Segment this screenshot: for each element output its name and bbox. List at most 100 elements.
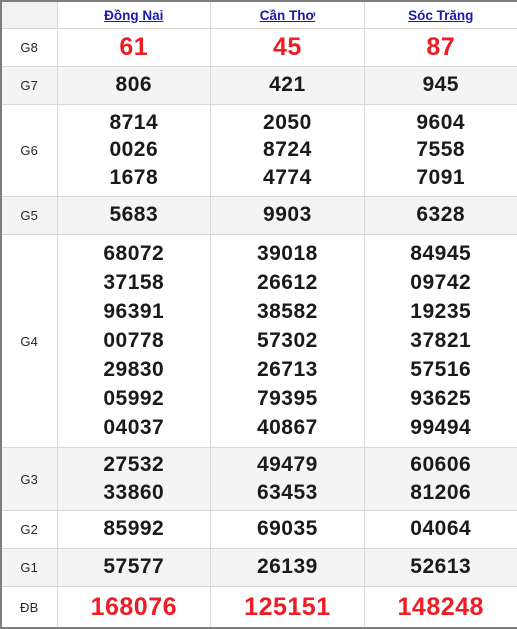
table-row: G6 8714 0026 1678 2050 8724 4774 9604 7558 7091 <box>0 104 517 197</box>
table-header: Đồng Nai Cần Thơ Sóc Trăng <box>0 0 517 29</box>
prize-numbers-đb-can-tho: 125151 <box>210 586 365 629</box>
prize-label-g4: G4 <box>0 234 58 448</box>
prize-number: 7558 <box>416 138 466 162</box>
prize-numbers-g2-dong-nai: 85992 <box>56 510 212 549</box>
prize-numbers-g2-can-tho: 69035 <box>210 510 365 549</box>
prize-number: 33860 <box>103 481 165 504</box>
prize-number: 96391 <box>103 299 165 323</box>
prize-number: 9903 <box>263 203 312 227</box>
prize-label-g5: G5 <box>0 196 58 235</box>
prize-number: 49479 <box>256 452 318 476</box>
prize-label-g8: G8 <box>0 28 58 67</box>
prize-numbers-g6-can-tho: 2050 8724 4774 <box>210 104 365 197</box>
header-cell-province-3: Sóc Trăng <box>363 0 517 29</box>
prize-number: 45 <box>272 33 302 62</box>
header-corner-cell <box>0 0 58 29</box>
prize-number: 26713 <box>256 358 318 382</box>
prize-number: 27532 <box>103 452 165 476</box>
prize-number: 69035 <box>256 517 318 541</box>
prize-numbers-đb-dong-nai: 168076 <box>56 586 212 629</box>
prize-numbers-g3-soc-trang: 60606 81206 <box>363 447 517 511</box>
prize-label-g1: G1 <box>0 548 58 587</box>
prize-number: 945 <box>422 73 459 97</box>
province-link-dong-nai[interactable]: Đồng Nai <box>104 8 163 23</box>
prize-label-g2: G2 <box>0 510 58 549</box>
prize-number: 4774 <box>263 165 312 189</box>
prize-numbers-g6-dong-nai: 8714 0026 1678 <box>56 104 212 197</box>
prize-number: 1678 <box>109 165 159 189</box>
table-row: G5 5683 9903 6328 <box>0 196 517 235</box>
prize-number: 26612 <box>256 270 318 294</box>
province-link-can-tho[interactable]: Cần Thơ <box>260 8 315 23</box>
prize-number: 04037 <box>103 416 165 440</box>
prize-number: 68072 <box>103 241 165 265</box>
prize-numbers-g4-can-tho: 39018 26612 38582 57302 26713 79395 40867 <box>210 234 365 448</box>
prize-number: 99494 <box>410 416 472 440</box>
prize-number: 26139 <box>256 555 318 579</box>
prize-numbers-g8-dong-nai: 61 <box>56 28 212 67</box>
prize-number: 8714 <box>109 111 159 135</box>
prize-number: 84945 <box>410 241 472 265</box>
prize-numbers-g5-soc-trang: 6328 <box>363 196 517 235</box>
header-cell-province-2: Cần Thơ <box>210 0 365 29</box>
lottery-results-table: Đồng Nai Cần Thơ Sóc Trăng G8 61 45 87 G7 806… <box>0 0 517 629</box>
prize-number: 168076 <box>90 592 178 621</box>
prize-label-g6: G6 <box>0 104 58 197</box>
prize-number: 61 <box>119 33 149 62</box>
prize-number: 37821 <box>410 328 472 352</box>
prize-number: 38582 <box>256 299 318 323</box>
table-row: G8 61 45 87 <box>0 28 517 67</box>
prize-number: 29830 <box>103 358 165 382</box>
prize-number: 125151 <box>244 592 331 621</box>
prize-numbers-g8-can-tho: 45 <box>210 28 365 67</box>
prize-number: 57577 <box>103 555 165 579</box>
prize-numbers-đb-soc-trang: 148248 <box>363 586 517 629</box>
prize-number: 57516 <box>410 358 472 382</box>
prize-label-g3: G3 <box>0 447 58 511</box>
table-row: G7 806 421 945 <box>0 66 517 105</box>
prize-number: 37158 <box>103 270 165 294</box>
prize-number: 63453 <box>256 481 318 504</box>
prize-numbers-g5-can-tho: 9903 <box>210 196 365 235</box>
province-link-soc-trang[interactable]: Sóc Trăng <box>408 8 473 23</box>
prize-number: 39018 <box>256 241 318 265</box>
prize-number: 806 <box>115 73 153 97</box>
prize-numbers-g7-soc-trang: 945 <box>363 66 517 105</box>
prize-number: 9604 <box>416 111 466 135</box>
prize-number: 05992 <box>103 387 165 411</box>
prize-numbers-g5-dong-nai: 5683 <box>56 196 212 235</box>
prize-number: 81206 <box>410 481 472 504</box>
prize-numbers-g3-can-tho: 49479 63453 <box>210 447 365 511</box>
prize-number: 79395 <box>256 387 318 411</box>
prize-number: 5683 <box>109 203 159 227</box>
prize-number: 7091 <box>416 165 466 189</box>
prize-number: 57302 <box>256 328 318 352</box>
header-row: Đồng Nai Cần Thơ Sóc Trăng <box>0 0 517 29</box>
table-row: G1 57577 26139 52613 <box>0 548 517 587</box>
header-cell-province-1: Đồng Nai <box>56 0 212 29</box>
prize-number: 421 <box>269 73 306 97</box>
prize-number: 19235 <box>410 299 472 323</box>
prize-numbers-g1-can-tho: 26139 <box>210 548 365 587</box>
prize-number: 148248 <box>397 592 484 621</box>
prize-numbers-g1-dong-nai: 57577 <box>56 548 212 587</box>
prize-number: 87 <box>426 33 456 62</box>
prize-number: 2050 <box>263 111 312 135</box>
prize-number: 8724 <box>263 138 312 162</box>
prize-numbers-g8-soc-trang: 87 <box>363 28 517 67</box>
prize-number: 6328 <box>416 203 466 227</box>
table-row: ĐB 168076 125151 148248 <box>0 586 517 629</box>
table-row: G4 68072 37158 96391 00778 29830 05992 04037 390… <box>0 234 517 448</box>
prize-number: 09742 <box>410 270 472 294</box>
prize-number: 0026 <box>109 138 159 162</box>
prize-label-đb: ĐB <box>0 586 58 629</box>
prize-number: 04064 <box>410 517 472 541</box>
prize-number: 85992 <box>103 517 165 541</box>
prize-numbers-g6-soc-trang: 9604 7558 7091 <box>363 104 517 197</box>
prize-numbers-g7-dong-nai: 806 <box>56 66 212 105</box>
prize-number: 00778 <box>103 328 165 352</box>
table-row: G3 27532 33860 49479 63453 60606 81206 <box>0 447 517 511</box>
prize-numbers-g4-soc-trang: 84945 09742 19235 37821 57516 93625 99494 <box>363 234 517 448</box>
prize-number: 52613 <box>410 555 472 579</box>
prize-numbers-g2-soc-trang: 04064 <box>363 510 517 549</box>
